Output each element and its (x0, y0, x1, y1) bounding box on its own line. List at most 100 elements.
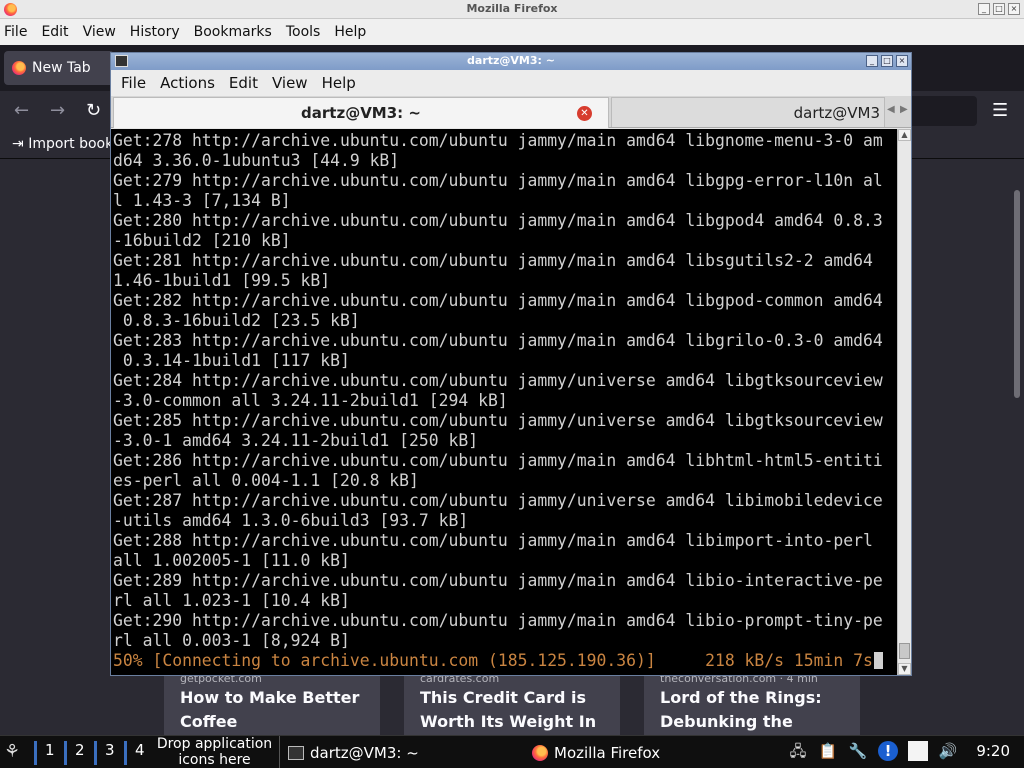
tab-scroll-right-icon[interactable]: ▶ (900, 104, 908, 115)
story-source: theconversation.com · 4 min (660, 676, 818, 685)
terminal-menubar: File Actions Edit View Help (111, 70, 911, 96)
terminal-menu-file[interactable]: File (121, 74, 146, 92)
terminal-line: Get:281 http://archive.ubuntu.com/ubuntu… (113, 251, 873, 270)
terminal-menu-actions[interactable]: Actions (160, 74, 215, 92)
terminal-line: Get:286 http://archive.ubuntu.com/ubuntu… (113, 451, 883, 470)
scrollbar-thumb[interactable] (899, 643, 910, 659)
reload-icon[interactable]: ↻ (86, 100, 101, 121)
terminal-line: Get:280 http://archive.ubuntu.com/ubuntu… (113, 211, 883, 230)
url-bar[interactable] (905, 96, 977, 126)
workspace-1[interactable]: 1 (34, 741, 55, 765)
firefox-window-title: Mozilla Firefox (466, 2, 558, 15)
menu-file[interactable]: File (4, 24, 27, 40)
terminal-cursor (873, 652, 883, 669)
terminal-tab-inactive[interactable]: dartz@VM3 (611, 97, 885, 127)
maximize-button[interactable]: □ (993, 3, 1005, 15)
tab-new-tab[interactable]: New Tab (4, 51, 114, 85)
import-bookmarks-button[interactable]: ⇥ Import book (12, 136, 113, 152)
menu-bookmarks[interactable]: Bookmarks (194, 24, 272, 40)
drop-hint-text: Drop application (156, 736, 273, 752)
terminal-line: Get:288 http://archive.ubuntu.com/ubuntu… (113, 531, 873, 550)
terminal-line: Get:289 http://archive.ubuntu.com/ubuntu… (113, 571, 883, 590)
drop-hint-text: icons here (178, 752, 251, 768)
menu-view[interactable]: View (83, 24, 116, 40)
system-tray: 🖧 📋 🔧 ! 🔊 (788, 741, 958, 761)
terminal-line: Get:284 http://archive.ubuntu.com/ubuntu… (113, 371, 883, 390)
quicklaunch-drop-area[interactable]: Drop application icons here (150, 736, 280, 768)
terminal-line: rl all 1.023-1 [10.4 kB] (113, 591, 350, 610)
taskbar-item-firefox[interactable]: Mozilla Firefox (532, 739, 660, 767)
story-source: getpocket.com (180, 676, 262, 685)
import-icon: ⇥ (12, 136, 24, 152)
terminal-line: l 1.43-3 [7,134 B] (113, 191, 291, 210)
terminal-tab-label: dartz@VM3 (793, 104, 880, 122)
hamburger-menu-icon[interactable]: ☰ (992, 100, 1008, 121)
terminal-line: -16build2 [210 kB] (113, 231, 291, 250)
pocket-story-card[interactable]: getpocket.com How to Make Better Coffee (164, 676, 380, 736)
info-icon[interactable]: ! (878, 741, 898, 761)
terminal-line: es-perl all 0.004-1.1 [20.8 kB] (113, 471, 419, 490)
network-icon[interactable]: 🖧 (788, 741, 808, 761)
terminal-tab-active[interactable]: dartz@VM3: ~ ✕ (113, 97, 609, 128)
status-text: 50% [Connecting to archive.ubuntu.com (1… (113, 651, 873, 670)
terminal-window: dartz@VM3: ~ _ □ × File Actions Edit Vie… (110, 52, 912, 676)
story-title: This Credit Card is (420, 688, 586, 707)
firefox-scrollbar[interactable] (1014, 190, 1020, 398)
terminal-minimize-button[interactable]: _ (866, 55, 878, 67)
terminal-line: Get:278 http://archive.ubuntu.com/ubuntu… (113, 131, 883, 150)
terminal-line: Get:279 http://archive.ubuntu.com/ubuntu… (113, 171, 883, 190)
scroll-down-icon[interactable]: ▼ (898, 663, 911, 675)
menu-help[interactable]: Help (334, 24, 366, 40)
terminal-line: 0.8.3-16build2 [23.5 kB] (113, 311, 360, 330)
menu-edit[interactable]: Edit (41, 24, 68, 40)
back-arrow-icon[interactable]: ← (14, 100, 29, 121)
volume-icon[interactable]: 🔊 (938, 741, 958, 761)
close-button[interactable]: × (1008, 3, 1020, 15)
notes-icon[interactable] (908, 741, 928, 761)
task-label: dartz@VM3: ~ (310, 744, 419, 762)
firefox-icon (12, 61, 26, 75)
pocket-story-card[interactable]: theconversation.com · 4 min Lord of the … (644, 676, 860, 736)
clock: 9:20 (976, 742, 1010, 760)
workspace-3[interactable]: 3 (94, 741, 115, 765)
story-title: Lord of the Rings: (660, 688, 822, 707)
story-title: Worth Its Weight In (420, 712, 597, 731)
terminal-output[interactable]: Get:278 http://archive.ubuntu.com/ubuntu… (111, 129, 897, 675)
terminal-close-button[interactable]: × (896, 55, 908, 67)
workspace-4[interactable]: 4 (124, 741, 145, 765)
workspace-2[interactable]: 2 (64, 741, 85, 765)
firefox-menubar: File Edit View History Bookmarks Tools H… (0, 19, 1024, 45)
tab-label: New Tab (32, 60, 91, 76)
terminal-maximize-button[interactable]: □ (881, 55, 893, 67)
terminal-titlebar[interactable]: dartz@VM3: ~ _ □ × (111, 53, 911, 70)
terminal-menu-help[interactable]: Help (322, 74, 356, 92)
tab-close-icon[interactable]: ✕ (577, 106, 592, 121)
terminal-tabbar: dartz@VM3: ~ ✕ dartz@VM3 ◀ ▶ (111, 96, 911, 128)
terminal-menu-view[interactable]: View (272, 74, 308, 92)
story-title: Debunking the (660, 712, 793, 731)
terminal-line: Get:287 http://archive.ubuntu.com/ubuntu… (113, 491, 883, 510)
start-menu-icon[interactable]: ⚘ (4, 741, 28, 763)
clipboard-icon[interactable]: 📋 (818, 741, 838, 761)
forward-arrow-icon[interactable]: → (50, 100, 65, 121)
firefox-icon (532, 745, 548, 761)
menu-tools[interactable]: Tools (286, 24, 321, 40)
terminal-line: Get:282 http://archive.ubuntu.com/ubuntu… (113, 291, 883, 310)
terminal-menu-edit[interactable]: Edit (229, 74, 258, 92)
terminal-scrollbar[interactable]: ▲ ▼ (897, 129, 911, 675)
story-title: How to Make Better (180, 688, 360, 707)
terminal-line: d64 3.36.0-1ubuntu3 [44.9 kB] (113, 151, 400, 170)
desktop: Mozilla Firefox _ □ × File Edit View His… (0, 0, 1024, 768)
scroll-up-icon[interactable]: ▲ (898, 129, 911, 141)
terminal-line: rl all 0.003-1 [8,924 B] (113, 631, 350, 650)
story-title: Coffee (180, 712, 238, 731)
tab-scroll-left-icon[interactable]: ◀ (887, 104, 895, 115)
apt-progress-status: 50% [Connecting to archive.ubuntu.com (1… (113, 651, 897, 671)
minimize-button[interactable]: _ (978, 3, 990, 15)
menu-history[interactable]: History (130, 24, 180, 40)
pocket-story-card[interactable]: cardrates.com This Credit Card is Worth … (404, 676, 620, 736)
terminal-line: -utils amd64 1.3.0-6build3 [93.7 kB] (113, 511, 469, 530)
firefox-titlebar: Mozilla Firefox _ □ × (0, 0, 1024, 19)
tools-icon[interactable]: 🔧 (848, 741, 868, 761)
taskbar-item-terminal[interactable]: dartz@VM3: ~ (288, 739, 419, 767)
